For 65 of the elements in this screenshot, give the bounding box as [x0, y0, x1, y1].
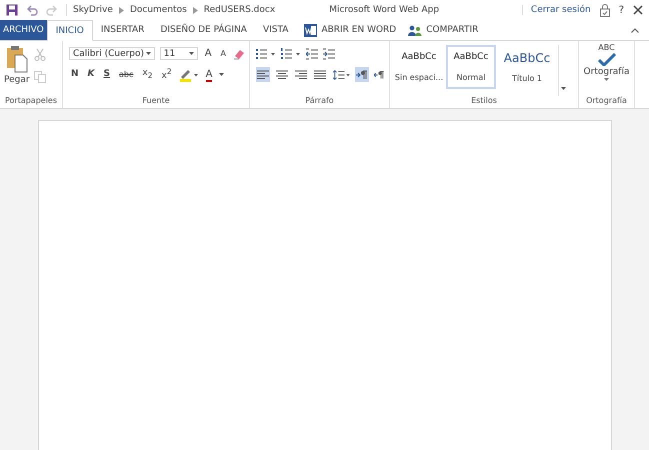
numbered-list-icon[interactable]	[281, 48, 301, 60]
breadcrumb-link[interactable]: SkyDrive	[73, 5, 113, 15]
checkmark-icon	[598, 53, 616, 66]
close-icon[interactable]	[633, 5, 643, 15]
highlighter-icon[interactable]	[178, 68, 199, 82]
font-color-button[interactable]: A	[204, 70, 214, 80]
ribbon-tab[interactable]: INSERTAR	[92, 20, 152, 40]
spelling-button[interactable]: ABC Ortografía	[580, 41, 634, 96]
sign-out-link[interactable]: Cerrar sesión	[522, 5, 591, 15]
format-button[interactable]: K	[86, 70, 97, 79]
caret-icon	[604, 78, 609, 81]
group-label: Párrafo	[304, 96, 335, 107]
save-icon[interactable]	[6, 4, 18, 16]
font-name-dropdown[interactable]: Calibri (Cuerpo)	[69, 47, 155, 60]
caret-icon	[146, 52, 151, 55]
increase-indent-icon[interactable]	[323, 48, 335, 60]
ribbon-tab[interactable]: VISTA	[254, 20, 296, 40]
collapse-icon[interactable]	[631, 28, 639, 33]
style-preview: AaBbCc	[402, 52, 436, 62]
format-button[interactable]: x$^{2}$	[160, 68, 174, 81]
format-button[interactable]: S	[102, 70, 112, 79]
caret-icon	[188, 52, 194, 55]
file-tab[interactable]: ARCHIVO	[0, 20, 47, 40]
font-size-dropdown[interactable]: 11	[160, 47, 198, 60]
breadcrumb-link[interactable]: Documentos	[130, 5, 187, 15]
style-name: Sin espaci...	[394, 72, 444, 82]
group-label: Fuente	[141, 96, 171, 107]
open-in-word-tab[interactable]: ABRIR EN WORD	[317, 25, 400, 35]
app-title: Microsoft Word Web App	[329, 5, 440, 15]
group-label: Estilos	[470, 96, 498, 107]
format-button[interactable]: N	[69, 70, 81, 79]
format-button[interactable]: x$_{2}$	[140, 69, 155, 80]
style-preview: AaBbCc	[504, 51, 550, 66]
left-to-right-button[interactable]	[355, 67, 370, 82]
style-option[interactable]: AaBbCc Título 1	[498, 45, 556, 89]
word-icon[interactable]	[304, 24, 318, 36]
eraser-icon[interactable]	[233, 48, 245, 60]
people-icon[interactable]	[408, 24, 422, 36]
ribbon-tab[interactable]: INICIO	[46, 20, 93, 41]
share-tab[interactable]: COMPARTIR	[422, 25, 482, 35]
lock-icon[interactable]	[600, 4, 610, 16]
style-preview: AaBbCc	[454, 52, 488, 62]
group-label: Portapapeles	[4, 96, 58, 107]
chevron-icon	[192, 6, 198, 14]
breadcrumb-link[interactable]: RedUSERS.docx	[204, 5, 276, 15]
paste-button[interactable]: Pegar	[4, 45, 30, 85]
chevron-icon	[118, 6, 124, 14]
style-name: Normal	[456, 72, 486, 82]
undo-icon[interactable]	[26, 4, 38, 16]
right-to-left-icon[interactable]	[374, 70, 385, 80]
line-spacing-icon[interactable]	[332, 68, 350, 80]
bullet-list-icon[interactable]	[256, 48, 276, 60]
decrease-indent-icon[interactable]	[306, 48, 318, 60]
style-name: Título 1	[512, 74, 542, 83]
more-styles-icon[interactable]	[561, 87, 566, 90]
grow-font-button[interactable]: A	[202, 48, 214, 58]
caret-icon[interactable]	[219, 73, 224, 76]
group-label: Ortografía	[585, 96, 628, 107]
format-button[interactable]: abc	[117, 70, 136, 78]
ribbon-tab[interactable]: DISEÑO DE PÁGINA	[152, 20, 255, 40]
style-option[interactable]: AaBbCc Sin espaci...	[394, 45, 444, 89]
style-option[interactable]: AaBbCc Normal	[446, 45, 496, 89]
help-button[interactable]: ?	[618, 4, 624, 16]
align-button[interactable]	[256, 67, 270, 82]
shrink-font-button[interactable]: A	[218, 50, 228, 58]
